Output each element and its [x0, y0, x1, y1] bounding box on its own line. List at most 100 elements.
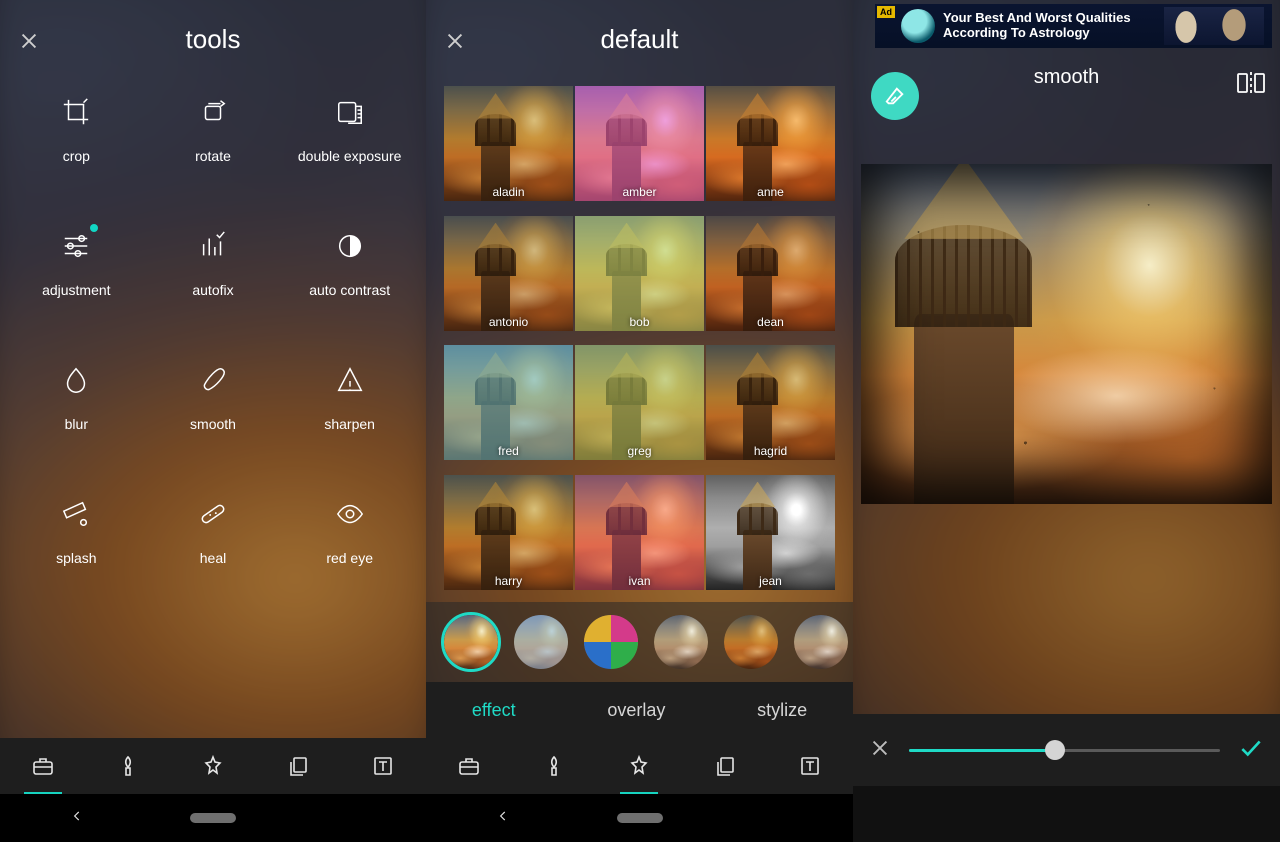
bottom-text-icon[interactable] — [370, 753, 396, 779]
pane-smooth: Ad Your Best And Worst Qualities Accordi… — [853, 0, 1280, 842]
filter-label: amber — [575, 185, 704, 199]
bottom-bar — [0, 738, 426, 794]
bottom-effects-icon[interactable] — [626, 753, 652, 779]
preset-circle-0[interactable] — [444, 615, 498, 669]
apply-icon[interactable] — [1238, 735, 1264, 766]
filter-bob[interactable]: bob — [575, 216, 704, 331]
bottom-text-icon[interactable] — [797, 753, 823, 779]
preset-circle-3[interactable] — [654, 615, 708, 669]
preset-circle-4[interactable] — [724, 615, 778, 669]
tools-grid: crop rotate double exposure adjustment a… — [0, 78, 426, 590]
smooth-icon — [195, 362, 231, 398]
filter-jean[interactable]: jean — [706, 475, 835, 590]
filter-amber[interactable]: amber — [575, 86, 704, 201]
tool-splash[interactable]: splash — [12, 490, 141, 590]
filter-label: harry — [444, 574, 573, 588]
android-nav — [426, 794, 853, 842]
auto-contrast-icon — [332, 228, 368, 264]
intensity-slider[interactable] — [909, 749, 1220, 752]
filter-grid: aladinamberanne antoniobobdean fredgreghag… — [426, 86, 853, 602]
tool-autofix[interactable]: autofix — [149, 222, 278, 322]
tool-blur[interactable]: blur — [12, 356, 141, 456]
tool-smooth[interactable]: smooth — [149, 356, 278, 456]
tool-crop[interactable]: crop — [12, 88, 141, 188]
page-title: default — [600, 24, 678, 55]
android-nav — [0, 794, 426, 842]
tool-label: double exposure — [298, 148, 402, 164]
nav-back-icon[interactable] — [496, 809, 510, 828]
new-badge-dot — [90, 224, 98, 232]
filter-ivan[interactable]: ivan — [575, 475, 704, 590]
ad-badge: Ad — [877, 6, 895, 18]
filter-label: bob — [575, 315, 704, 329]
tool-label: blur — [65, 416, 88, 432]
ad-avatar-icon — [901, 9, 935, 43]
tab-overlay[interactable]: overlay — [607, 700, 665, 721]
image-canvas[interactable] — [861, 164, 1272, 504]
tool-label: crop — [63, 148, 90, 164]
tool-label: splash — [56, 550, 96, 566]
ad-illustration — [1164, 7, 1264, 45]
filter-harry[interactable]: harry — [444, 475, 573, 590]
tool-red-eye[interactable]: red eye — [285, 490, 414, 590]
filter-anne[interactable]: anne — [706, 86, 835, 201]
tool-rotate[interactable]: rotate — [149, 88, 278, 188]
preset-circle-1[interactable] — [514, 615, 568, 669]
tool-label: smooth — [190, 416, 236, 432]
filter-dean[interactable]: dean — [706, 216, 835, 331]
tab-stylize[interactable]: stylize — [757, 700, 807, 721]
bottom-layers-icon[interactable] — [285, 753, 311, 779]
splash-icon — [58, 496, 94, 532]
tool-label: rotate — [195, 148, 231, 164]
filter-aladin[interactable]: aladin — [444, 86, 573, 201]
tool-auto-contrast[interactable]: auto contrast — [285, 222, 414, 322]
preset-circle-2[interactable] — [584, 615, 638, 669]
header: tools — [0, 0, 426, 78]
page-title: tools — [186, 24, 241, 55]
filter-label: jean — [706, 574, 835, 588]
nav-back-icon[interactable] — [70, 809, 84, 828]
tool-double-exposure[interactable]: double exposure — [285, 88, 414, 188]
tool-adjustment[interactable]: adjustment — [12, 222, 141, 322]
filter-label: greg — [575, 444, 704, 458]
compare-icon[interactable] — [1236, 70, 1266, 96]
filter-hagrid[interactable]: hagrid — [706, 345, 835, 460]
tool-label: sharpen — [324, 416, 375, 432]
bottom-toolbox-icon[interactable] — [30, 753, 56, 779]
preset-circle-5[interactable] — [794, 615, 848, 669]
ad-banner[interactable]: Ad Your Best And Worst Qualities Accordi… — [875, 4, 1272, 48]
slider-knob[interactable] — [1045, 740, 1065, 760]
cancel-icon[interactable] — [869, 737, 891, 764]
header: default — [426, 0, 853, 78]
autofix-icon — [195, 228, 231, 264]
filter-label: aladin — [444, 185, 573, 199]
nav-home-pill[interactable] — [617, 813, 663, 823]
heal-icon — [195, 496, 231, 532]
bottom-brush-icon[interactable] — [541, 753, 567, 779]
android-nav — [853, 786, 1280, 842]
bottom-layers-icon[interactable] — [712, 753, 738, 779]
close-icon[interactable] — [444, 30, 466, 52]
close-icon[interactable] — [18, 30, 40, 52]
rotate-icon — [195, 94, 231, 130]
filter-fred[interactable]: fred — [444, 345, 573, 460]
tool-label: adjustment — [42, 282, 110, 298]
effect-tabs: effect overlay stylize — [426, 682, 853, 738]
filter-label: dean — [706, 315, 835, 329]
tool-label: red eye — [326, 550, 373, 566]
bottom-toolbox-icon[interactable] — [456, 753, 482, 779]
tab-effect[interactable]: effect — [472, 700, 516, 721]
crop-icon — [58, 94, 94, 130]
filter-label: hagrid — [706, 444, 835, 458]
bottom-brush-icon[interactable] — [115, 753, 141, 779]
filter-greg[interactable]: greg — [575, 345, 704, 460]
bottom-bar — [426, 738, 853, 794]
filter-antonio[interactable]: antonio — [444, 216, 573, 331]
bottom-effects-icon[interactable] — [200, 753, 226, 779]
tool-heal[interactable]: heal — [149, 490, 278, 590]
nav-home-pill[interactable] — [190, 813, 236, 823]
filter-label: fred — [444, 444, 573, 458]
slider-bar — [853, 714, 1280, 786]
tool-sharpen[interactable]: sharpen — [285, 356, 414, 456]
sharpen-icon — [332, 362, 368, 398]
